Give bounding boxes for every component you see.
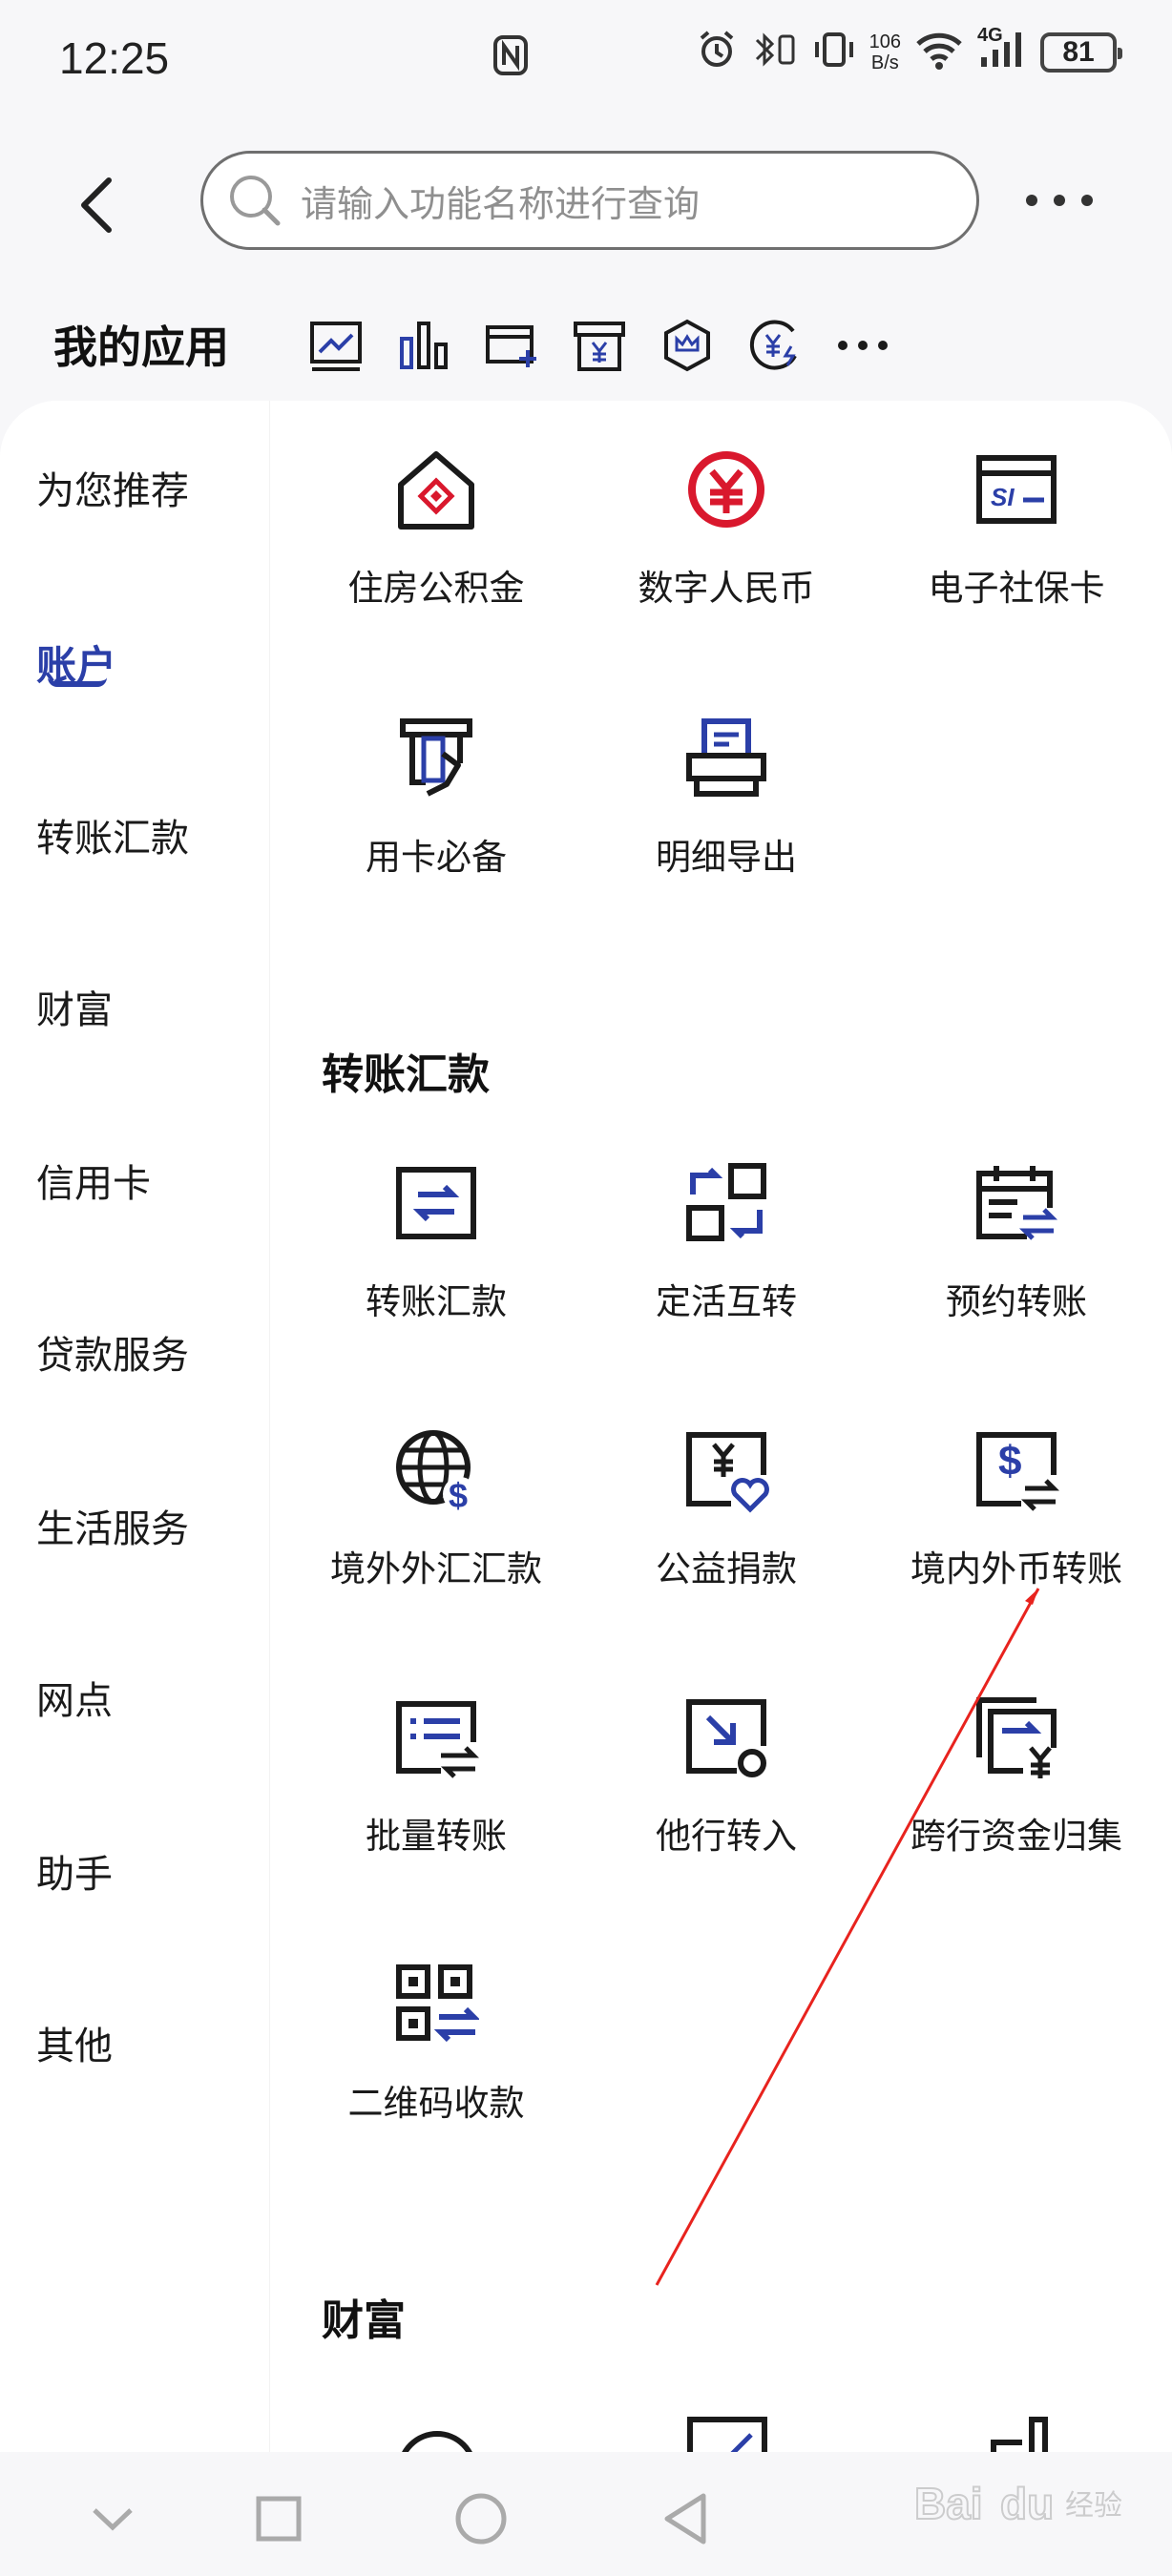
svg-text:SI: SI (991, 483, 1015, 511)
app-batch-transfer[interactable]: 批量转账 (291, 1649, 581, 1856)
nav-back-button[interactable] (647, 2481, 723, 2557)
house-icon (390, 447, 482, 532)
nav-hide-keyboard-button[interactable] (74, 2481, 151, 2557)
atm-card-icon (390, 716, 482, 801)
my-apps-icons (305, 315, 893, 376)
app-scheduled-transfer[interactable]: 预约转账 (871, 1114, 1162, 1321)
app-fixed-current-swap[interactable]: 定活互转 (581, 1114, 871, 1321)
crown-hex-icon[interactable] (657, 315, 718, 376)
square-icon (256, 2496, 302, 2542)
svg-text:$: $ (449, 1476, 468, 1513)
dollar-transfer-icon: $ (971, 1427, 1062, 1513)
sidebar-item-credit-card[interactable]: 信用卡 (36, 1153, 151, 1208)
circle-icon (455, 2493, 507, 2545)
baidu-jingyan-watermark: Bai du 经验 (905, 2471, 1124, 2557)
status-time: 12:25 (59, 33, 170, 83)
transfer-icon (390, 1160, 482, 1246)
svg-text:经验: 经验 (1065, 2490, 1122, 2522)
app-domestic-fx-transfer[interactable]: $ 境内外币转账 (871, 1381, 1162, 1589)
active-indicator (48, 677, 107, 687)
status-bar: 12:25 106 B/s 4G 81 (0, 0, 1172, 119)
add-card-icon[interactable] (481, 315, 542, 376)
app-qr-collection[interactable]: 二维码收款 (291, 1916, 581, 2123)
category-sidebar: 为您推荐 账户 转账汇款 财富 信用卡 贷款服务 生活服务 网点 助手 其他 (0, 401, 269, 2471)
sidebar-item-life[interactable]: 生活服务 (36, 1498, 189, 1553)
app-charity-donation[interactable]: 公益捐款 (581, 1381, 871, 1589)
back-button[interactable] (67, 172, 124, 239)
sidebar-item-other[interactable]: 其他 (36, 2015, 113, 2070)
bluetooth-battery-icon (751, 29, 799, 75)
svg-text:$: $ (998, 1438, 1021, 1485)
section-title-wealth: 财富 (322, 2297, 406, 2344)
search-placeholder: 请输入功能名称进行查询 (301, 184, 701, 225)
bar-chart-icon[interactable] (393, 315, 454, 376)
my-apps-title: 我的应用 (53, 322, 229, 372)
calendar-transfer-icon (971, 1160, 1062, 1246)
triangle-back-icon (664, 2493, 706, 2545)
wifi-icon (914, 29, 964, 75)
nfc-icon (492, 34, 529, 81)
search-icon (230, 176, 281, 226)
app-housing-fund[interactable]: 住房公积金 (291, 401, 581, 608)
sidebar-item-branches[interactable]: 网点 (36, 1670, 113, 1725)
app-cross-bank-collection[interactable]: 跨行资金归集 (871, 1649, 1162, 1856)
nav-recents-button[interactable] (241, 2481, 317, 2557)
section-title-transfer: 转账汇款 (322, 1051, 490, 1098)
my-apps-row: 我的应用 (0, 296, 1172, 391)
sidebar-item-recommend[interactable]: 为您推荐 (36, 460, 189, 515)
net-speed: 106 B/s (869, 31, 901, 73)
app-card-essentials[interactable]: 用卡必备 (291, 670, 581, 877)
heart-yuan-icon (680, 1427, 772, 1513)
more-options-button[interactable] (1026, 181, 1093, 219)
sidebar-item-loans[interactable]: 贷款服务 (36, 1324, 189, 1380)
sidebar-item-assistant[interactable]: 助手 (36, 1843, 113, 1899)
battery-indicator: 81 (1040, 31, 1122, 73)
list-transfer-icon (390, 1694, 482, 1780)
status-icons: 106 B/s 4G 81 (696, 25, 1122, 75)
app-incoming-from-other-bank[interactable]: 他行转入 (581, 1649, 871, 1856)
si-card-icon: SI (971, 447, 1062, 532)
more-icon[interactable] (832, 315, 893, 376)
app-statement-export[interactable]: 明细导出 (581, 670, 871, 877)
inbound-arrow-icon (680, 1694, 772, 1780)
app-overseas-remittance[interactable]: $ 境外外汇汇款 (291, 1381, 581, 1589)
svg-text:Bai: Bai (914, 2479, 983, 2528)
app-social-security-card[interactable]: SI 电子社保卡 (871, 401, 1162, 608)
stock-chart-icon[interactable] (305, 315, 366, 376)
app-grid: 住房公积金 数字人民币 SI 电子社保卡 用卡必备 明细导出 转账汇款 转账汇款… (269, 401, 1172, 2471)
alarm-icon (696, 29, 738, 75)
swap-squares-icon (680, 1160, 772, 1246)
header: 请输入功能名称进行查询 (0, 143, 1172, 258)
vibrate-icon (812, 29, 856, 75)
back-arrow-icon (81, 177, 112, 233)
yuan-exchange-icon[interactable] (744, 315, 806, 376)
search-input[interactable]: 请输入功能名称进行查询 (200, 151, 979, 250)
content-card: 为您推荐 账户 转账汇款 财富 信用卡 贷款服务 生活服务 网点 助手 其他 住… (0, 401, 1172, 2471)
app-digital-rmb[interactable]: 数字人民币 (581, 401, 871, 608)
sidebar-item-transfer[interactable]: 转账汇款 (36, 807, 189, 862)
app-transfer[interactable]: 转账汇款 (291, 1114, 581, 1321)
globe-dollar-icon: $ (390, 1427, 482, 1513)
svg-text:du: du (1000, 2479, 1054, 2528)
chevron-down-icon (93, 2508, 133, 2531)
qr-code-icon (390, 1962, 482, 2047)
yuan-box-icon[interactable] (569, 315, 630, 376)
stack-yuan-icon (971, 1694, 1062, 1780)
printer-icon (680, 716, 772, 801)
signal-icon: 4G (977, 25, 1027, 75)
sidebar-item-wealth[interactable]: 财富 (36, 979, 113, 1034)
digital-rmb-icon (680, 447, 772, 532)
nav-home-button[interactable] (443, 2481, 519, 2557)
